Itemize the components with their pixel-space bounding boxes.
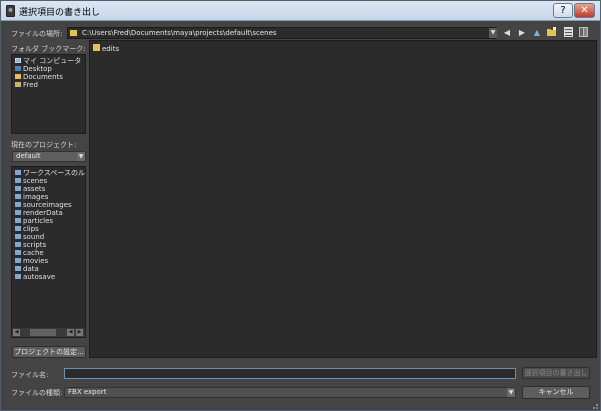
location-path: C:\Users\Fred\Documents\maya\projects\de… xyxy=(82,29,277,37)
export-selection-dialog: 選択項目の書き出し ? ✕ ファイルの場所: C:\Users\Fred\Doc… xyxy=(0,0,601,411)
bookmark-item[interactable]: Documents xyxy=(15,73,63,81)
resize-grip-icon[interactable] xyxy=(590,401,599,410)
location-path-combo[interactable]: C:\Users\Fred\Documents\maya\projects\de… xyxy=(67,27,497,39)
forward-arrow-icon[interactable]: ▶ xyxy=(517,27,527,39)
folder-icon xyxy=(70,30,77,36)
project-folder-item[interactable]: renderData xyxy=(15,209,63,217)
folder-icon xyxy=(15,266,21,271)
folder-icon xyxy=(15,74,21,79)
bookmark-item[interactable]: Desktop xyxy=(15,65,52,73)
scroll-left-icon[interactable]: ◀ xyxy=(13,329,20,336)
project-folder-item[interactable]: clips xyxy=(15,225,39,233)
chevron-down-icon[interactable]: ▼ xyxy=(77,152,85,161)
project-folder-item[interactable]: ワークスペースのル xyxy=(15,169,85,177)
scroll-left-icon[interactable]: ◀ xyxy=(67,329,74,336)
chevron-down-icon[interactable]: ▼ xyxy=(489,28,497,38)
user-folder-icon xyxy=(15,82,21,87)
folder-icon xyxy=(15,226,21,231)
folder-icon xyxy=(15,178,21,183)
close-button[interactable]: ✕ xyxy=(574,3,595,18)
project-select-value: default xyxy=(16,152,41,160)
maya-app-icon xyxy=(6,5,15,17)
folder-icon xyxy=(15,210,21,215)
file-view xyxy=(89,40,597,358)
desktop-icon xyxy=(15,66,21,71)
project-folder-item[interactable]: cache xyxy=(15,249,44,257)
export-selection-button[interactable]: 選択項目の書き出し xyxy=(522,367,590,379)
project-select[interactable]: default xyxy=(12,151,86,162)
folder-icon xyxy=(15,194,21,199)
window-title: 選択項目の書き出し xyxy=(19,8,101,18)
filetype-value: FBX export xyxy=(68,388,107,396)
project-folder-item[interactable]: scenes xyxy=(15,177,47,185)
project-folder-item[interactable]: assets xyxy=(15,185,45,193)
folder-icon xyxy=(15,218,21,223)
filename-label: ファイル名: xyxy=(11,371,49,379)
folder-icon xyxy=(15,234,21,239)
scroll-right-icon[interactable]: ▶ xyxy=(76,329,83,336)
scroll-thumb[interactable] xyxy=(30,329,56,336)
folder-icon xyxy=(15,274,21,279)
folder-icon xyxy=(15,170,21,175)
bookmark-item[interactable]: マイ コンピュータ xyxy=(15,57,81,65)
bookmarks-label: フォルダ ブックマーク: xyxy=(11,45,86,53)
folder-icon xyxy=(15,242,21,247)
horizontal-scrollbar[interactable]: ◀ ◀ ▶ xyxy=(12,328,85,337)
bookmarks-list: マイ コンピュータ Desktop Documents Fred xyxy=(11,54,86,134)
new-folder-icon[interactable] xyxy=(547,27,557,39)
filetype-label: ファイルの種類: xyxy=(11,389,63,397)
project-folder-item[interactable]: sound xyxy=(15,233,44,241)
project-folder-item[interactable]: movies xyxy=(15,257,48,265)
bookmark-item[interactable]: Fred xyxy=(15,81,38,89)
folder-icon xyxy=(15,186,21,191)
project-folder-item[interactable]: particles xyxy=(15,217,53,225)
title-bar: 選択項目の書き出し ? ✕ xyxy=(1,1,600,21)
location-label: ファイルの場所: xyxy=(11,30,63,38)
folder-icon xyxy=(15,202,21,207)
project-settings-button[interactable]: プロジェクトの設定... xyxy=(12,346,86,358)
list-view-icon[interactable] xyxy=(578,27,588,39)
project-folder-list: ワークスペースのル scenes assets images sourceima… xyxy=(11,166,86,338)
folder-icon xyxy=(15,250,21,255)
up-folder-icon[interactable]: ▲ xyxy=(532,27,542,39)
project-folder-item[interactable]: autosave xyxy=(15,273,55,281)
filetype-select[interactable]: FBX export xyxy=(64,387,516,398)
project-label: 現在のプロジェクト: xyxy=(11,141,77,149)
chevron-down-icon[interactable]: ▼ xyxy=(507,388,515,397)
help-button[interactable]: ? xyxy=(553,3,573,18)
filename-input[interactable] xyxy=(64,368,516,379)
cancel-button[interactable]: キャンセル xyxy=(522,386,590,399)
folder-icon xyxy=(15,258,21,263)
detail-view-icon[interactable] xyxy=(563,27,573,39)
project-folder-item[interactable]: images xyxy=(15,193,48,201)
project-folder-item[interactable]: sourceimages xyxy=(15,201,72,209)
project-folder-item[interactable]: scripts xyxy=(15,241,46,249)
computer-icon xyxy=(15,58,21,63)
file-item[interactable]: edits xyxy=(93,44,119,53)
project-folder-item[interactable]: data xyxy=(15,265,39,273)
folder-icon xyxy=(93,44,100,51)
back-arrow-icon[interactable]: ◀ xyxy=(502,27,512,39)
